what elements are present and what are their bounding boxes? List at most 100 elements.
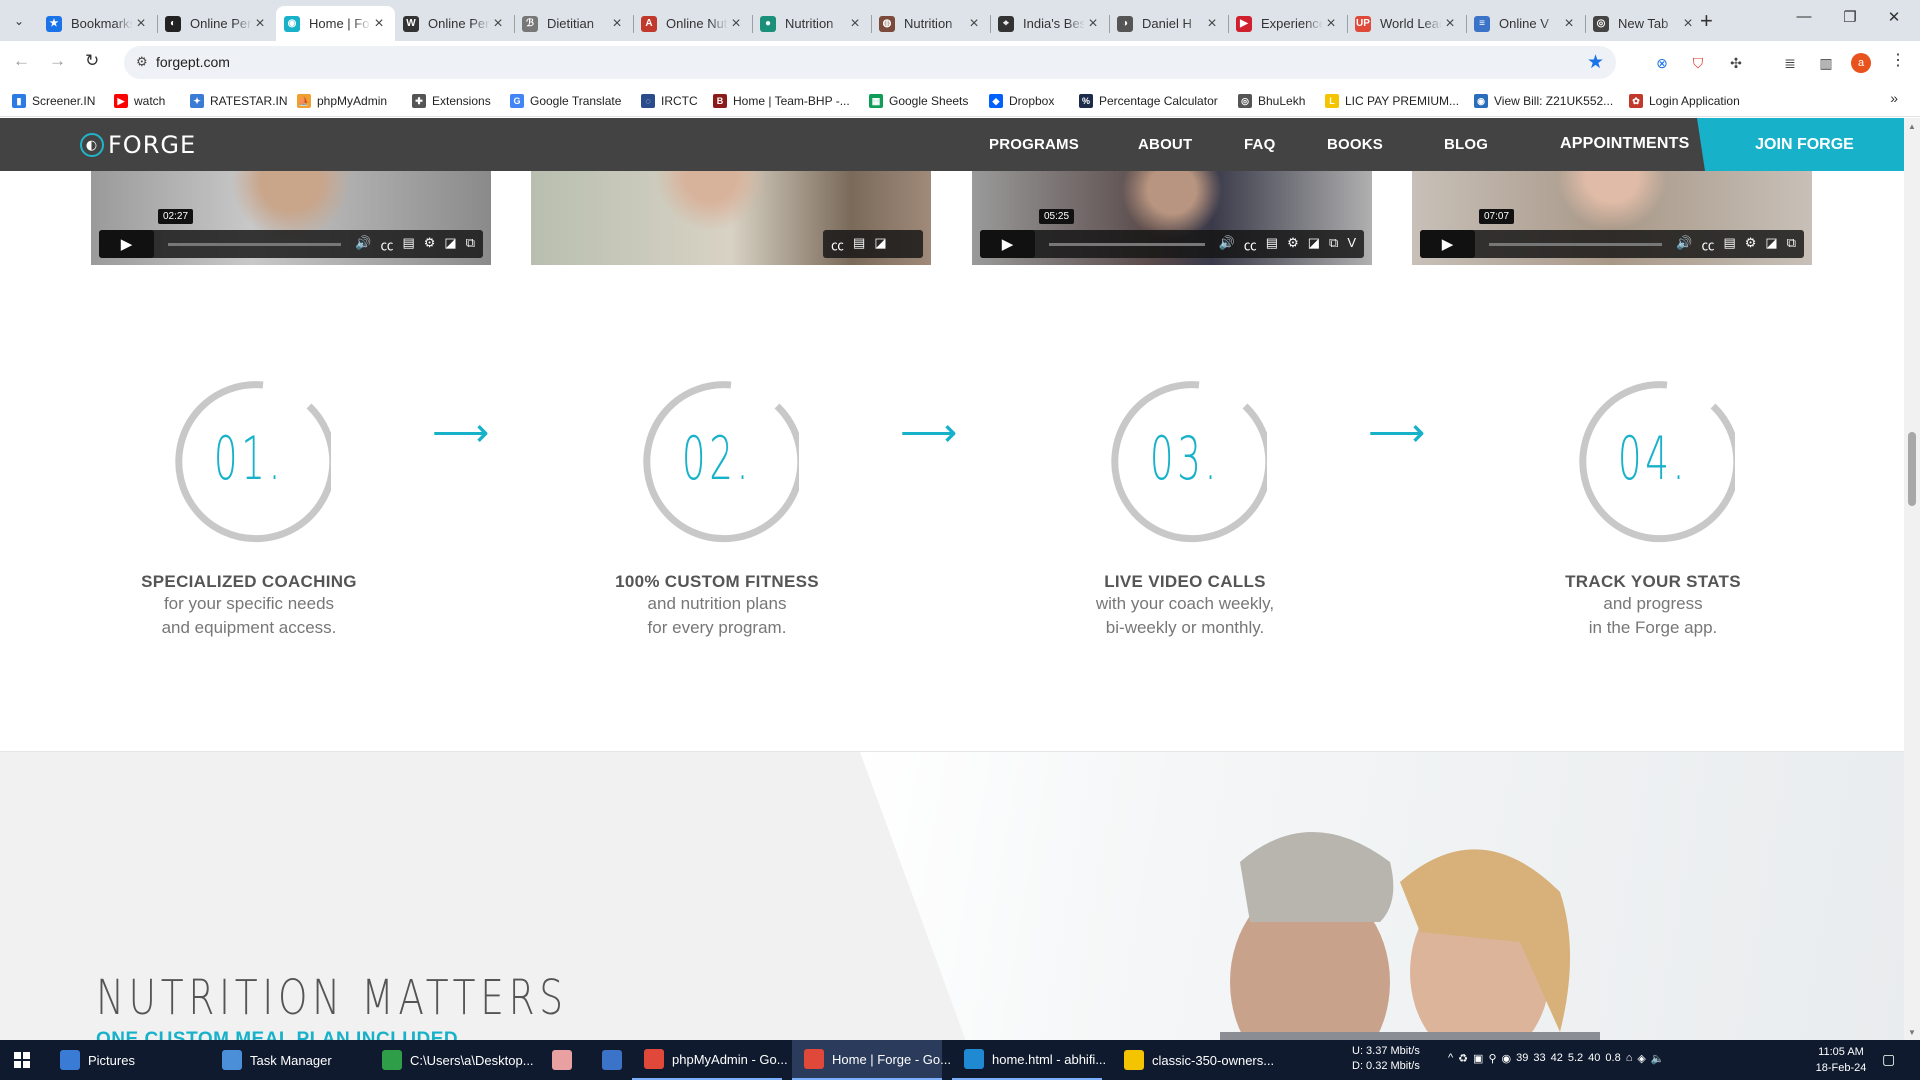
scroll-down-icon[interactable]: ▼ — [1908, 1028, 1916, 1037]
extensions-puzzle-icon[interactable]: ✣ — [1726, 53, 1746, 73]
taskbar-app[interactable]: Home | Forge - Go... — [792, 1040, 951, 1080]
address-bar[interactable]: ⚙ forgept.com ★ — [124, 46, 1616, 79]
browser-tab[interactable]: ℬ Dietitian × — [514, 6, 633, 41]
taskbar-clock[interactable]: 11:05 AM 18-Feb-24 — [1808, 1044, 1874, 1076]
shield-extension-icon[interactable]: ⛉ — [1688, 53, 1708, 73]
browser-tab[interactable]: ◎ New Tab × — [1585, 6, 1704, 41]
taskbar-app[interactable] — [590, 1040, 630, 1080]
forge-logo[interactable]: ◐ FORGE — [80, 131, 196, 159]
video-progress[interactable] — [168, 242, 342, 246]
browser-tab[interactable]: A Online Nutrition× — [633, 6, 752, 41]
cast-icon[interactable]: ◪ — [444, 235, 456, 254]
nav-appointments[interactable]: APPOINTMENTS — [1560, 135, 1690, 153]
side-panel-icon[interactable]: ▥ — [1816, 53, 1836, 73]
video-progress[interactable] — [1049, 242, 1205, 246]
tray-icon[interactable]: ▣ — [1473, 1052, 1483, 1065]
minimize-button[interactable]: — — [1784, 8, 1824, 25]
bookmark-item[interactable]: ▦ Google Sheets — [869, 92, 968, 110]
bookmark-item[interactable]: B Home | Team-BHP -... — [713, 92, 850, 110]
captions-icon[interactable]: ㏄ — [380, 235, 393, 254]
tab-close-icon[interactable]: × — [252, 15, 268, 33]
system-tray[interactable]: ^ ♻ ▣ ⚲ ◉ 39 33 42 5.2 40 0.8 ⌂ ◈ 🔈 — [1448, 1052, 1665, 1065]
browser-tab[interactable]: W Online Personal× — [395, 6, 514, 41]
cast-icon[interactable]: ◪ — [1765, 235, 1777, 254]
bookmarks-overflow-icon[interactable]: » — [1890, 90, 1898, 106]
tab-close-icon[interactable]: × — [1561, 15, 1577, 33]
bookmark-item[interactable]: % Percentage Calculator — [1079, 92, 1218, 110]
play-icon[interactable]: ▶ — [980, 230, 1035, 258]
browser-tab[interactable]: ⌖ India's Best × — [990, 6, 1109, 41]
bookmark-item[interactable]: ✚ Extensions — [412, 92, 491, 110]
tab-close-icon[interactable]: × — [728, 15, 744, 33]
tab-close-icon[interactable]: × — [490, 15, 506, 33]
browser-tab[interactable]: ◉ Home | Forge× — [276, 6, 395, 41]
tab-close-icon[interactable]: × — [1323, 15, 1339, 33]
join-forge-button[interactable]: JOIN FORGE — [1697, 118, 1904, 171]
settings-icon[interactable]: ⚙ — [1745, 235, 1757, 254]
browser-tab[interactable]: UP World Leaders× — [1347, 6, 1466, 41]
tray-icon[interactable]: ⚲ — [1488, 1052, 1496, 1065]
cast-icon[interactable]: ◪ — [874, 235, 886, 254]
captions-icon[interactable]: ㏄ — [831, 235, 844, 254]
tab-close-icon[interactable]: × — [133, 15, 149, 33]
bookmark-item[interactable]: ✿ Login Application — [1629, 92, 1740, 110]
settings-icon[interactable]: ⚙ — [424, 235, 436, 254]
tab-close-icon[interactable]: × — [609, 15, 625, 33]
vimeo-icon[interactable]: V — [1347, 235, 1356, 254]
tab-close-icon[interactable]: × — [1204, 15, 1220, 33]
taskbar-app[interactable]: classic-350-owners... — [1112, 1040, 1282, 1080]
play-icon[interactable]: ▶ — [99, 230, 154, 258]
page-scrollbar[interactable]: ▲ ▼ — [1904, 118, 1920, 1040]
media-controls-icon[interactable]: ≣ — [1780, 53, 1800, 73]
bookmark-item[interactable]: ◌ IRCTC — [641, 92, 698, 110]
tray-icon[interactable]: ⌂ — [1626, 1052, 1633, 1065]
bookmark-item[interactable]: L LIC PAY PREMIUM... — [1325, 92, 1459, 110]
taskbar-app[interactable] — [540, 1040, 580, 1080]
tab-close-icon[interactable]: × — [1442, 15, 1458, 33]
bookmark-item[interactable]: ◆ Dropbox — [989, 92, 1054, 110]
cast-icon[interactable]: ◪ — [1308, 235, 1320, 254]
nav-books[interactable]: BOOKS — [1327, 136, 1383, 153]
volume-icon[interactable]: 🔊 — [1676, 235, 1692, 254]
pip-icon[interactable]: ⧉ — [466, 235, 475, 254]
tray-icon[interactable]: 🔈 — [1651, 1052, 1665, 1065]
reload-button[interactable]: ↻ — [85, 51, 99, 71]
browser-tab[interactable]: ≡ Online V × — [1466, 6, 1585, 41]
close-window-button[interactable]: ✕ — [1874, 8, 1914, 26]
notifications-icon[interactable]: ▢ — [1882, 1051, 1895, 1068]
taskbar-app[interactable]: Task Manager — [210, 1040, 360, 1080]
browser-tab[interactable]: ◍ Nutrition × — [871, 6, 990, 41]
bookmark-item[interactable]: ▶ watch — [114, 92, 165, 110]
volume-icon[interactable]: 🔊 — [1219, 235, 1235, 254]
tray-icon[interactable]: ◉ — [1502, 1052, 1512, 1065]
browser-tab[interactable]: ● Nutrition × — [752, 6, 871, 41]
forward-button[interactable]: → — [49, 51, 66, 71]
tab-close-icon[interactable]: × — [1680, 15, 1696, 33]
transcript-icon[interactable]: ▤ — [402, 235, 414, 254]
pip-icon[interactable]: ⧉ — [1787, 235, 1796, 254]
windows-start-icon[interactable] — [14, 1052, 30, 1068]
tab-close-icon[interactable]: × — [966, 15, 982, 33]
restore-button[interactable]: ❐ — [1830, 8, 1870, 26]
bookmark-item[interactable]: ✦ RATESTAR.IN — [190, 92, 288, 110]
back-button[interactable]: ← — [13, 51, 30, 71]
taskbar-app[interactable]: home.html - abhifi... — [952, 1040, 1106, 1080]
taskbar-app[interactable]: phpMyAdmin - Go... — [632, 1040, 788, 1080]
bookmark-item[interactable]: ▮ Screener.IN — [12, 92, 95, 110]
taskbar-app[interactable]: Pictures — [48, 1040, 198, 1080]
tab-close-icon[interactable]: × — [1085, 15, 1101, 33]
tab-search-button[interactable]: ⌄ — [6, 9, 32, 33]
nav-faq[interactable]: FAQ — [1244, 136, 1275, 153]
bookmark-star-icon[interactable]: ★ — [1587, 51, 1604, 74]
browser-tab[interactable]: ★ Bookmarks × — [38, 6, 157, 41]
scroll-thumb[interactable] — [1908, 432, 1916, 506]
tray-icon[interactable]: ^ — [1448, 1052, 1453, 1065]
transcript-icon[interactable]: ▤ — [1723, 235, 1735, 254]
testimonial-video-3[interactable]: 05:25 ▶ 🔊 ㏄ ▤ ⚙ ◪ ⧉ V — [972, 171, 1372, 265]
volume-icon[interactable]: 🔊 — [355, 235, 371, 254]
browser-tab[interactable]: ▶ Experience × — [1228, 6, 1347, 41]
nav-about[interactable]: ABOUT — [1138, 136, 1192, 153]
site-info-icon[interactable]: ⚙ — [136, 54, 148, 70]
taskbar-app[interactable]: C:\Users\a\Desktop... — [370, 1040, 534, 1080]
tray-icon[interactable]: ◈ — [1637, 1052, 1645, 1065]
